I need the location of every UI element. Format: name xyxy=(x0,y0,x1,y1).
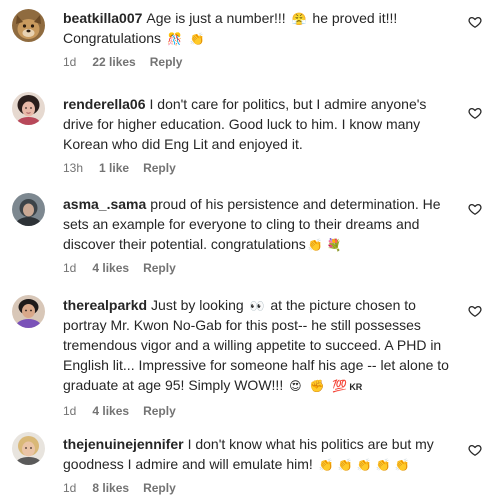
heart-icon[interactable] xyxy=(468,443,482,457)
comment-timestamp: 1d xyxy=(63,55,77,69)
comment-like-count[interactable]: 8 likes xyxy=(92,480,129,496)
clapping-hands-emoji-icon: 👏 xyxy=(356,458,372,472)
clapping-hands-emoji-icon: 👏 xyxy=(189,32,205,46)
comment-meta: 1d 8 likes Reply xyxy=(63,480,458,496)
raised-fist-emoji-icon: ✊ xyxy=(309,379,325,393)
clapping-hands-emoji-icon: 👏 xyxy=(307,238,323,252)
comment-username[interactable]: renderella06 xyxy=(63,96,146,112)
steam-face-emoji-icon: 😤 xyxy=(291,12,307,26)
comment-timestamp: 13h xyxy=(63,161,84,175)
comment-meta: 1d 22 likes Reply xyxy=(63,54,458,70)
comment-text: therealparkd Just by looking 👀 at the pic… xyxy=(63,295,458,397)
avatar[interactable] xyxy=(12,92,45,125)
clapping-hands-emoji-icon: 👏 xyxy=(394,458,410,472)
clapping-hands-emoji-icon: 👏 xyxy=(375,458,391,472)
reply-button[interactable]: Reply xyxy=(143,403,176,419)
avatar[interactable] xyxy=(12,295,45,328)
comment-timestamp: 1d xyxy=(63,261,77,275)
comment-timestamp: 1d xyxy=(63,481,77,495)
comment-username[interactable]: beatkilla007 xyxy=(63,10,142,26)
comment-text-part: he proved it!!! xyxy=(312,10,398,26)
clapping-hands-emoji-icon: 👏 xyxy=(318,458,334,472)
comment-username[interactable]: therealparkd xyxy=(63,297,147,313)
reply-button[interactable]: Reply xyxy=(143,480,176,496)
heart-icon[interactable] xyxy=(468,106,482,120)
comment-text-part: Age is just a number!!! xyxy=(146,10,286,26)
heart-eyes-emoji-icon: 😍 xyxy=(289,379,302,393)
heart-icon[interactable] xyxy=(468,202,482,216)
avatar[interactable] xyxy=(12,193,45,226)
reply-button[interactable]: Reply xyxy=(143,260,176,276)
reply-button[interactable]: Reply xyxy=(143,160,176,176)
reply-button[interactable]: Reply xyxy=(150,54,183,70)
comment-like-count[interactable]: 1 like xyxy=(99,160,129,176)
heart-icon[interactable] xyxy=(468,15,482,29)
comment-like-count[interactable]: 4 likes xyxy=(92,260,129,276)
clapping-hands-emoji-icon: 👏 xyxy=(337,458,353,472)
heart-icon[interactable] xyxy=(468,304,482,318)
comment-like-count[interactable]: 22 likes xyxy=(92,54,135,70)
comment-meta: 1d 4 likes Reply xyxy=(63,260,458,276)
comment-meta: 1d 4 likes Reply xyxy=(63,403,458,419)
korea-flag-emoji-icon: KR xyxy=(349,382,363,392)
comment-text: beatkilla007 Age is just a number!!! 😤 he… xyxy=(63,8,458,48)
comment-text: thejenuinejennifer I don't know what his … xyxy=(63,434,458,474)
comment-text: asma_.sama proud of his persistence and d… xyxy=(63,194,458,254)
comment-like-count[interactable]: 4 likes xyxy=(92,403,129,419)
comment-text-part: Just by looking xyxy=(151,297,244,313)
comment-meta: 13h 1 like Reply xyxy=(63,160,458,176)
comment-text-part: Congratulations xyxy=(63,30,162,46)
eyes-emoji-icon: 👀 xyxy=(249,299,265,313)
hundred-points-emoji-icon: 💯 xyxy=(332,379,348,393)
comment-username[interactable]: asma_.sama xyxy=(63,196,146,212)
comment-text: renderella06 I don't care for politics, b… xyxy=(63,94,458,154)
avatar[interactable] xyxy=(12,432,45,465)
bouquet-emoji-icon: 💐 xyxy=(326,238,342,252)
avatar[interactable] xyxy=(12,9,45,42)
confetti-emoji-icon: 🎊 xyxy=(166,32,182,46)
comment-username[interactable]: thejenuinejennifer xyxy=(63,436,184,452)
comment-timestamp: 1d xyxy=(63,404,77,418)
comments-list: beatkilla007 Age is just a number!!! 😤 he… xyxy=(0,0,495,499)
